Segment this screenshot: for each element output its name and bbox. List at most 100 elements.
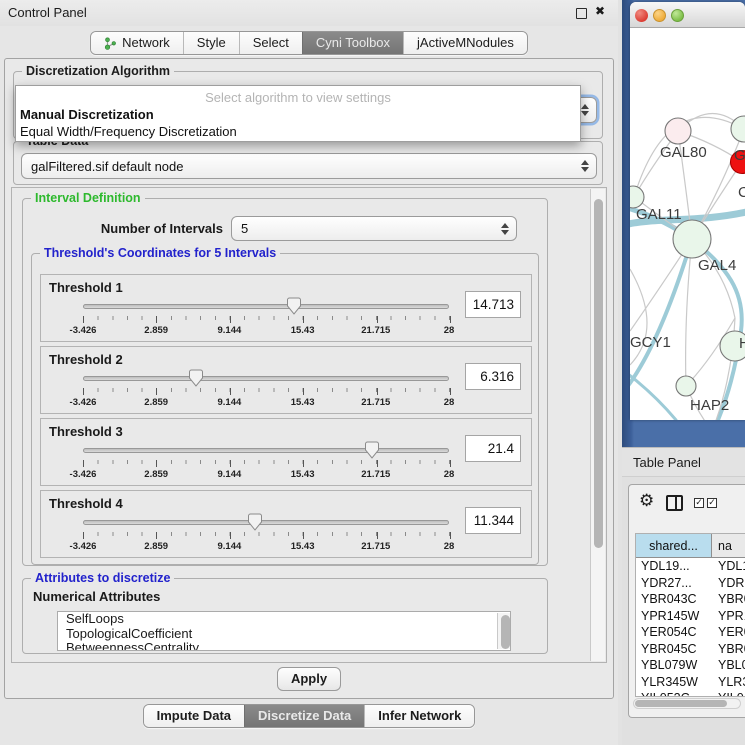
control-panel: Control Panel ✖ Network Style Select Cyn… — [0, 0, 618, 745]
network-window-titlebar — [630, 2, 745, 28]
slider-thumb[interactable] — [189, 369, 204, 387]
table-data-combobox[interactable]: galFiltered.sif default node — [21, 153, 597, 179]
list-scrollbar[interactable] — [497, 613, 510, 649]
table-row[interactable]: YDR27...YDR2 — [636, 575, 745, 592]
slider-track[interactable] — [83, 520, 449, 525]
table-row[interactable]: YBR045CYBR0 — [636, 641, 745, 658]
threshold-4-panel: Threshold 4 -3.4262.8599.14415.4321.7152… — [40, 490, 532, 558]
edge — [630, 239, 692, 391]
slider-ticks — [83, 316, 450, 324]
popup-option-equal-width-frequency[interactable]: Equal Width/Frequency Discretization — [20, 124, 237, 139]
slider-ticks — [83, 388, 450, 396]
tab-impute-data[interactable]: Impute Data — [144, 705, 244, 727]
table-row[interactable]: YBL079WYBL0 — [636, 657, 745, 674]
slider-thumb[interactable] — [365, 441, 380, 459]
threshold-3-value-input[interactable] — [465, 435, 521, 462]
network-graph: GAL80 GA C GAL11 GAL4 GCY1 H HAP2 — [630, 29, 745, 420]
settings-scrollbar[interactable] — [590, 189, 605, 661]
tab-discretize-data[interactable]: Discretize Data — [244, 705, 364, 727]
apply-button[interactable]: Apply — [277, 667, 341, 691]
combo-stepper-icon — [581, 160, 589, 172]
close-traffic-icon[interactable] — [635, 9, 648, 22]
node-label-c: C — [738, 184, 745, 201]
table-row[interactable]: YIL052CYIL0 — [636, 690, 745, 697]
slider-track[interactable] — [83, 304, 449, 309]
maximize-traffic-icon[interactable] — [671, 9, 684, 22]
columns-icon[interactable] — [666, 495, 683, 511]
slider-thumb[interactable] — [248, 513, 263, 531]
table-row[interactable]: YER054CYER0 — [636, 624, 745, 641]
control-panel-titlebar: Control Panel ✖ — [0, 0, 618, 26]
tab-style[interactable]: Style — [183, 32, 239, 54]
node-gal11[interactable] — [630, 186, 644, 208]
checkbox-icon[interactable]: ✓ — [694, 498, 704, 508]
threshold-2-slider[interactable]: -3.4262.8599.14415.4321.71528 — [83, 371, 449, 413]
tab-label: Network — [122, 32, 170, 54]
node-gal80[interactable] — [665, 118, 691, 144]
tab-jactivemnodules[interactable]: jActiveMNodules — [403, 32, 527, 54]
table-horizontal-scrollbar[interactable] — [633, 698, 741, 709]
column-header-shared[interactable]: shared... — [636, 534, 712, 558]
table-header-row: shared... na — [636, 534, 745, 558]
group-title: Interval Definition — [31, 191, 145, 205]
minimize-traffic-icon[interactable] — [653, 9, 666, 22]
slider-track[interactable] — [83, 376, 449, 381]
number-of-intervals-combobox[interactable]: 5 — [231, 216, 517, 241]
tab-label: jActiveMNodules — [417, 32, 514, 54]
tab-label: Style — [197, 32, 226, 54]
float-icon[interactable] — [576, 8, 587, 19]
table-panel-box: ⚙ ✓ ✓ shared... na YDL19...YDL1 YDR27...… — [628, 484, 745, 718]
table-row[interactable]: YDL19...YDL1 — [636, 558, 745, 575]
number-of-intervals-label: Number of Intervals — [43, 221, 223, 236]
popup-hint: Select algorithm to view settings — [16, 90, 580, 105]
numerical-attributes-list[interactable]: SelfLoops TopologicalCoefficient Between… — [57, 611, 511, 651]
threshold-1-panel: Threshold 1 -3.4262.8599.14415.4321.7152… — [40, 274, 532, 342]
threshold-label: Threshold 4 — [49, 496, 123, 511]
threshold-2-value-input[interactable] — [465, 363, 521, 390]
list-item[interactable]: BetweennessCentrality — [58, 641, 510, 651]
tab-network[interactable]: Network — [91, 32, 183, 54]
list-item[interactable]: SelfLoops — [58, 612, 510, 627]
slider-track[interactable] — [83, 448, 449, 453]
threshold-4-slider[interactable]: -3.4262.8599.14415.4321.71528 — [83, 515, 449, 557]
slider-thumb[interactable] — [287, 297, 302, 315]
threshold-1-value-input[interactable] — [465, 291, 521, 318]
slider-scale: -3.4262.8599.14415.4321.71528 — [83, 325, 449, 337]
close-icon[interactable]: ✖ — [595, 4, 605, 18]
tab-infer-network[interactable]: Infer Network — [364, 705, 474, 727]
tab-cyni-toolbox[interactable]: Cyni Toolbox — [302, 32, 403, 54]
checkbox-icon[interactable]: ✓ — [707, 498, 717, 508]
table-row[interactable]: YBR043CYBR0 — [636, 591, 745, 608]
node-label-ga: GA — [734, 147, 745, 164]
table-row[interactable]: YLR345WYLR3 — [636, 674, 745, 691]
threshold-1-slider[interactable]: -3.4262.8599.14415.4321.71528 — [83, 299, 449, 341]
combo-stepper-icon — [501, 223, 509, 235]
node-label-gcy1: GCY1 — [630, 334, 671, 351]
table-data-selected: galFiltered.sif default node — [31, 159, 183, 174]
table-row[interactable]: YPR145WYPR1 — [636, 608, 745, 625]
table-panel-title: Table Panel — [633, 448, 701, 478]
thresholds-group: Threshold's Coordinates for 5 Intervals … — [31, 253, 539, 565]
group-title: Attributes to discretize — [31, 571, 174, 585]
numerical-attributes-label: Numerical Attributes — [33, 589, 160, 604]
group-title: Discretization Algorithm — [22, 64, 174, 78]
column-header-name[interactable]: na — [712, 534, 745, 558]
group-title: Threshold's Coordinates for 5 Intervals — [40, 246, 280, 260]
list-item[interactable]: TopologicalCoefficient — [58, 627, 510, 642]
node-hap2[interactable] — [676, 376, 696, 396]
threshold-3-slider[interactable]: -3.4262.8599.14415.4321.71528 — [83, 443, 449, 485]
number-of-intervals-value: 5 — [241, 221, 248, 236]
popup-option-manual-discretization[interactable]: Manual Discretization — [20, 107, 154, 122]
network-canvas[interactable]: GAL80 GA C GAL11 GAL4 GCY1 H HAP2 — [630, 29, 745, 420]
node-label-h: H — [739, 335, 745, 352]
threshold-4-value-input[interactable] — [465, 507, 521, 534]
node-gal4[interactable] — [673, 220, 711, 258]
slider-scale: -3.4262.8599.14415.4321.71528 — [83, 469, 449, 481]
network-window[interactable]: GAL80 GA C GAL11 GAL4 GCY1 H HAP2 — [630, 2, 745, 420]
network-desktop: GAL80 GA C GAL11 GAL4 GCY1 H HAP2 — [622, 0, 745, 447]
tab-select[interactable]: Select — [239, 32, 302, 54]
gear-icon[interactable]: ⚙ — [639, 491, 654, 511]
edge — [630, 374, 676, 420]
cyni-toolbox-panel: Discretization Algorithm Select algorith… — [4, 58, 614, 699]
node-table[interactable]: shared... na YDL19...YDL1 YDR27...YDR2 Y… — [635, 533, 745, 697]
